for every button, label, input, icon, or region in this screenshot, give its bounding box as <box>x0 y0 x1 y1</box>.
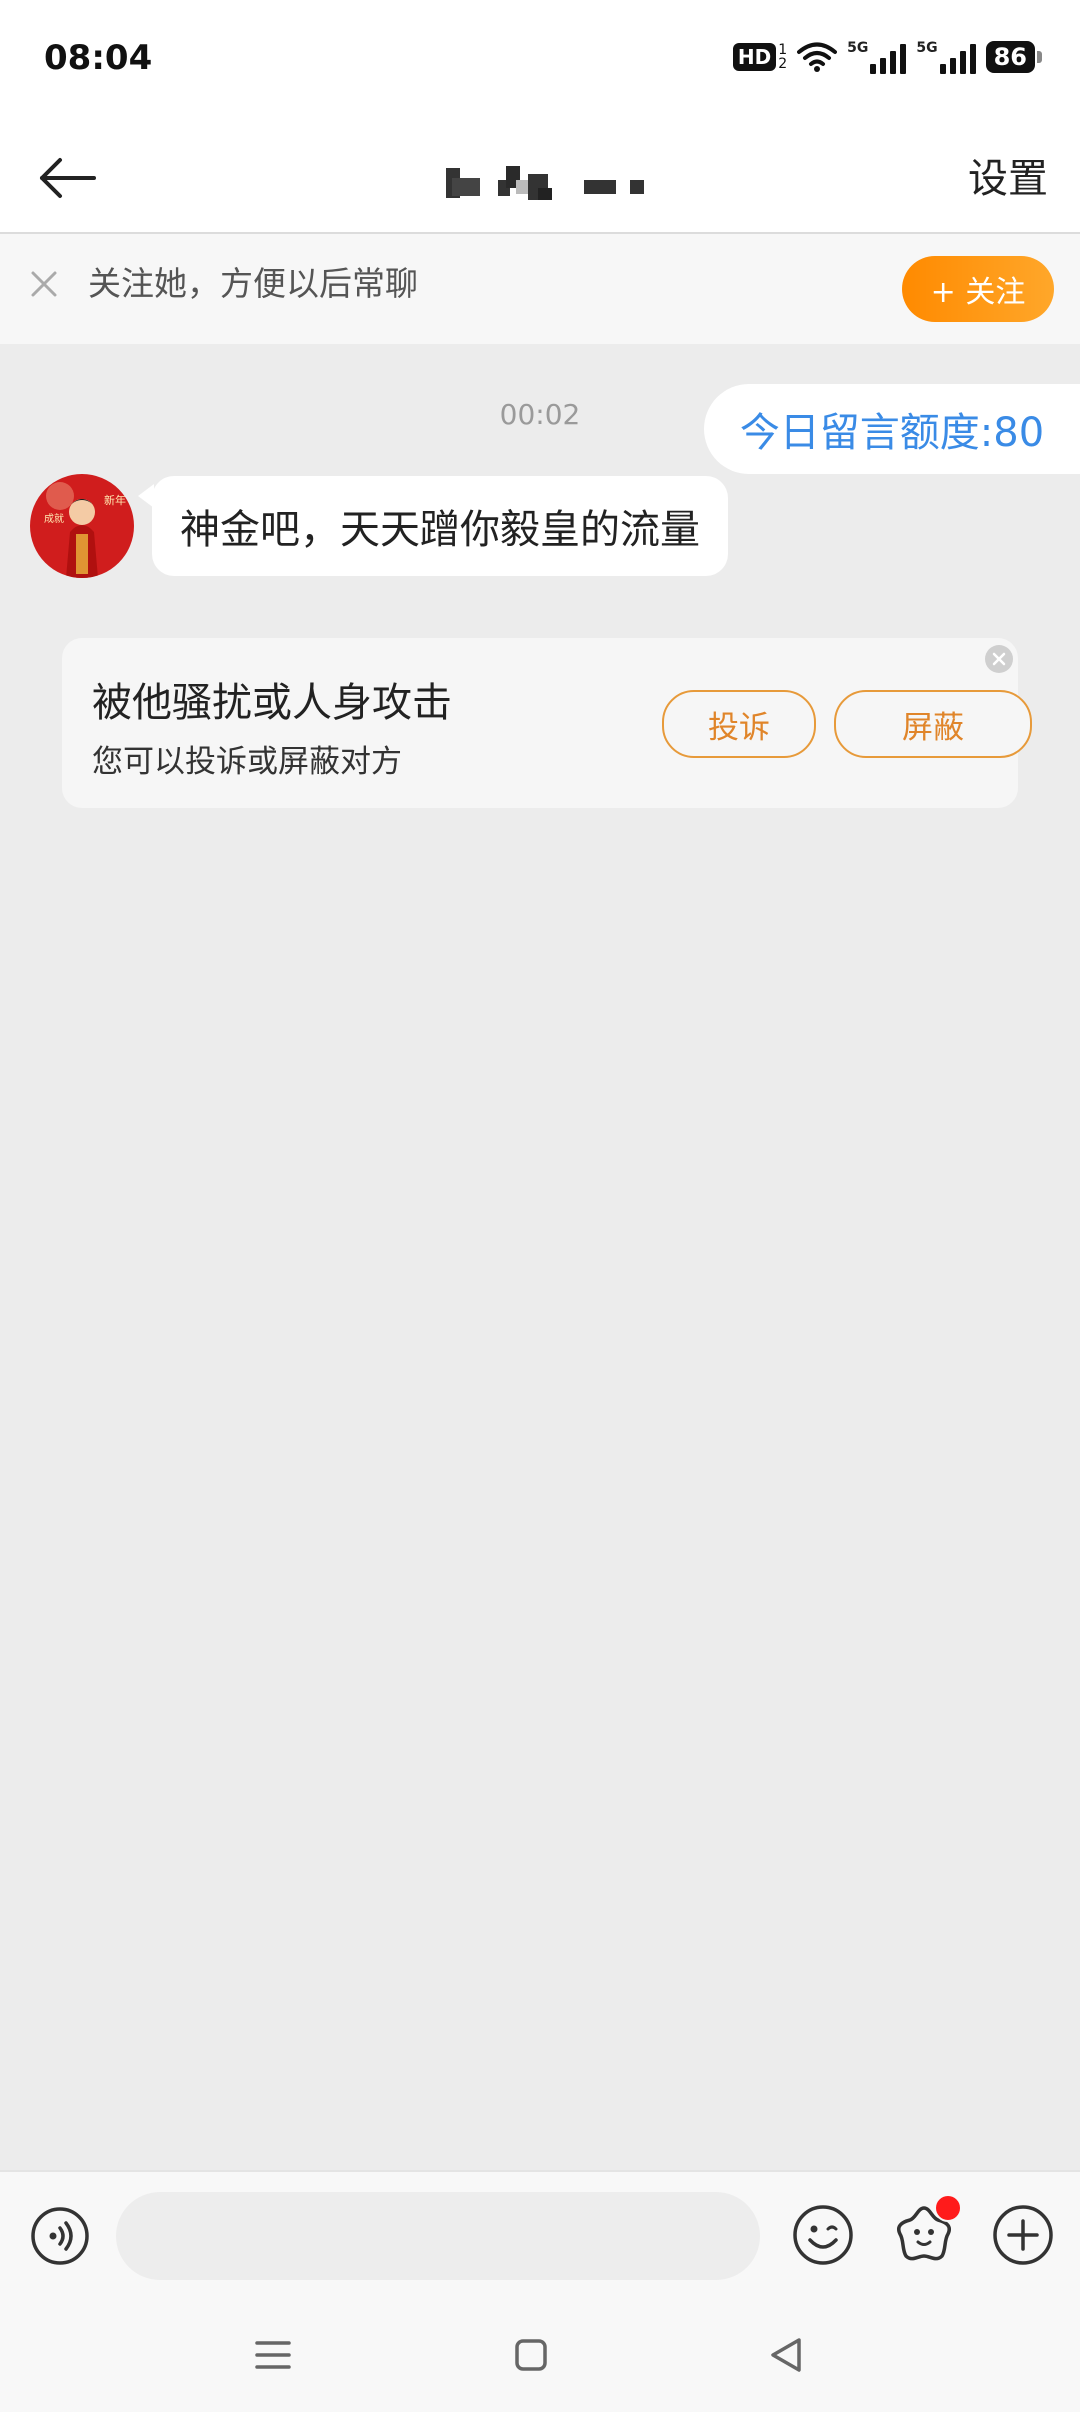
follow-button[interactable]: + 关注 <box>902 256 1054 322</box>
avatar[interactable]: 新年 成就 <box>30 474 134 578</box>
svg-text:成就: 成就 <box>44 512 64 525</box>
status-time: 08:04 <box>44 38 153 78</box>
message-quota-badge: 今日留言额度:80 <box>704 384 1080 474</box>
svg-text:新年: 新年 <box>104 493 126 507</box>
signal-sim2-icon: 5G <box>916 40 976 74</box>
signal-sim1-icon: 5G <box>847 40 907 74</box>
close-circle-icon[interactable] <box>984 644 1014 674</box>
follow-suggestion-text: 关注她，方便以后常聊 <box>88 264 418 303</box>
plus-icon[interactable] <box>992 2204 1054 2266</box>
notification-badge <box>934 2194 962 2222</box>
menu-icon[interactable] <box>254 2338 292 2372</box>
message-input[interactable] <box>116 2192 760 2280</box>
back-button[interactable] <box>36 150 100 206</box>
arrow-left-icon <box>40 158 96 198</box>
avatar-image: 新年 成就 <box>30 474 134 578</box>
report-card-subtitle: 您可以投诉或屏蔽对方 <box>92 744 402 780</box>
close-icon[interactable] <box>26 266 62 302</box>
status-icons: HD 12 5G 5G 86 <box>732 40 1042 74</box>
chat-title-obscured <box>446 166 644 200</box>
home-icon[interactable] <box>514 2338 548 2372</box>
block-button[interactable]: 屏蔽 <box>834 690 1032 758</box>
battery-icon: 86 <box>985 41 1042 73</box>
report-card-title: 被他骚扰或人身攻击 <box>92 680 452 726</box>
settings-button[interactable]: 设置 <box>968 150 1048 208</box>
emoji-icon[interactable] <box>792 2204 854 2266</box>
message-bubble-received[interactable]: 神金吧，天天蹭你毅皇的流量 <box>152 476 728 576</box>
complain-button[interactable]: 投诉 <box>662 690 816 758</box>
back-triangle-icon[interactable] <box>768 2336 804 2374</box>
wifi-icon <box>797 42 838 72</box>
voice-icon[interactable] <box>30 2206 90 2266</box>
hd-voice-icon: HD 12 <box>732 43 787 71</box>
